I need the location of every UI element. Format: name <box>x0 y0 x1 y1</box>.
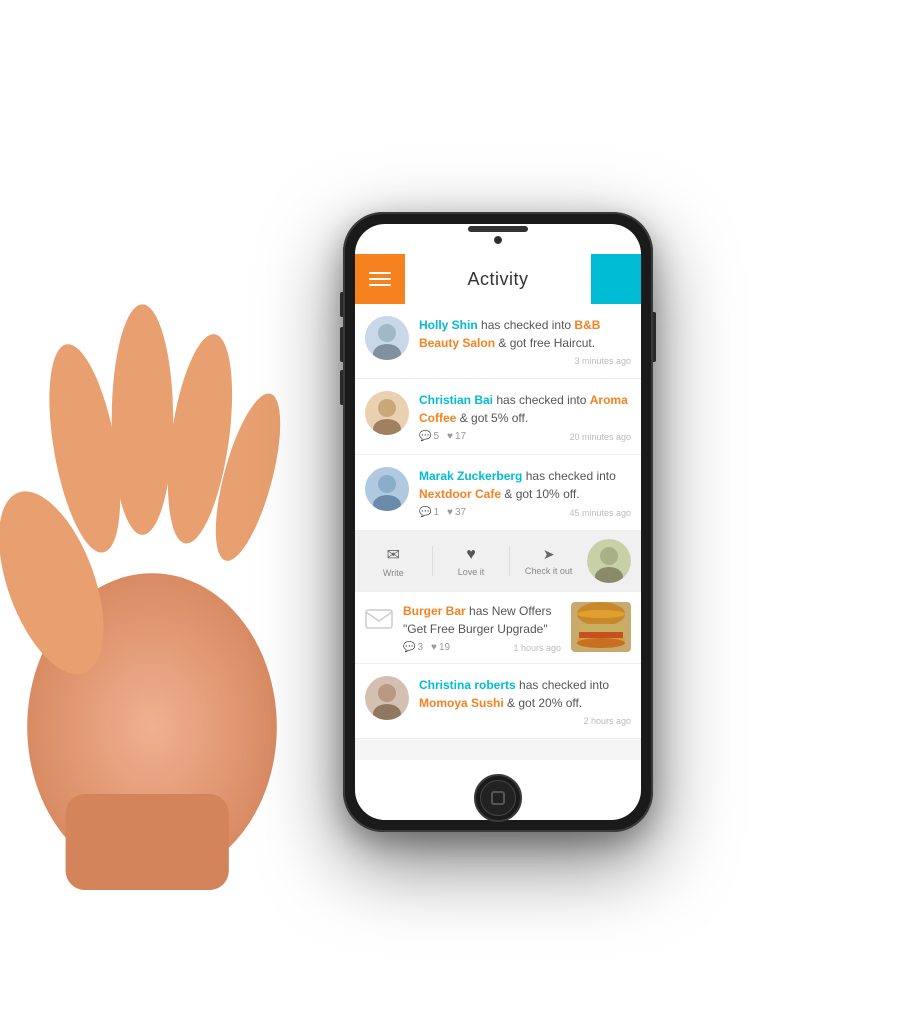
offer-like-stat: ♥ 19 <box>431 642 450 653</box>
reward-christina: & got 20% off. <box>507 696 582 710</box>
avatar-christian <box>365 391 409 435</box>
timestamp-2: 20 minutes ago <box>569 432 631 442</box>
feed-item-3[interactable]: Marak Zuckerberg has checked into Nextdo… <box>355 455 641 531</box>
comment-stat-3: 💬 1 <box>419 507 439 518</box>
comment-icon-2: 💬 <box>419 431 431 442</box>
header-title-area: Activity <box>405 269 591 290</box>
like-stat-3: ♥ 37 <box>447 507 466 518</box>
hamburger-line-1 <box>369 272 391 274</box>
comment-count-3: 1 <box>433 507 439 518</box>
action-text-3: has checked into <box>526 469 616 483</box>
feed-text-1: Holly Shin has checked into B&B Beauty S… <box>419 316 631 352</box>
feed-text-2: Christian Bai has checked into Aroma Cof… <box>419 391 631 427</box>
feed-stats-2: 💬 5 ♥ 17 <box>419 431 466 442</box>
offer-timestamp: 1 hours ago <box>513 643 561 653</box>
offer-comment-count: 3 <box>417 642 423 653</box>
offer-like-icon: ♥ <box>431 642 437 653</box>
username-christian: Christian Bai <box>419 393 493 407</box>
header-action-button[interactable] <box>591 254 641 304</box>
offer-reward: "Get Free Burger Upgrade" <box>403 622 548 636</box>
like-icon-3: ♥ <box>447 507 453 518</box>
action-text-1: has checked into <box>481 318 574 332</box>
place-christina: Momoya Sushi <box>419 696 504 710</box>
checkitout-icon: ➤ <box>543 546 555 563</box>
username-marak: Marak Zuckerberg <box>419 469 522 483</box>
write-icon: ✉ <box>387 545 400 565</box>
like-count-2: 17 <box>455 431 466 442</box>
offer-action: has New Offers <box>469 604 551 618</box>
action-text-5: has checked into <box>519 678 609 692</box>
like-count-3: 37 <box>455 507 466 518</box>
reward-holly: & got free Haircut. <box>498 336 595 350</box>
write-action[interactable]: ✉ Write <box>355 541 432 582</box>
username-christina: Christina roberts <box>419 678 516 692</box>
checkitout-label: Check it out <box>525 566 573 576</box>
timestamp-1: 3 minutes ago <box>574 356 631 366</box>
feed-text-3: Marak Zuckerberg has checked into Nextdo… <box>419 467 631 503</box>
write-label: Write <box>383 568 404 578</box>
offer-text: Burger Bar has New Offers "Get Free Burg… <box>403 602 561 638</box>
offer-comment-stat: 💬 3 <box>403 642 423 653</box>
comment-count-2: 5 <box>433 431 439 442</box>
feed-stats-3: 💬 1 ♥ 37 <box>419 507 466 518</box>
feed-content-2: Christian Bai has checked into Aroma Cof… <box>419 391 631 442</box>
username-holly: Holly Shin <box>419 318 478 332</box>
feed-item-1[interactable]: Holly Shin has checked into B&B Beauty S… <box>355 304 641 379</box>
offer-place: Burger Bar <box>403 604 466 618</box>
feed-meta-5: 2 hours ago <box>419 716 631 726</box>
like-icon-2: ♥ <box>447 431 453 442</box>
home-button[interactable] <box>474 774 522 822</box>
feed-meta-2: 💬 5 ♥ 17 20 minutes ago <box>419 431 631 442</box>
home-button-square <box>491 791 505 805</box>
avatar-holly <box>365 316 409 360</box>
action-row: ✉ Write ♥ Love it ➤ Check it out <box>355 531 641 592</box>
feed-content-5: Christina roberts has checked into Momoy… <box>419 676 631 726</box>
offer-like-count: 19 <box>439 642 450 653</box>
love-action[interactable]: ♥ Love it <box>433 542 510 581</box>
offer-icon <box>365 604 393 632</box>
activity-feed: Holly Shin has checked into B&B Beauty S… <box>355 304 641 760</box>
timestamp-5: 2 hours ago <box>583 716 631 726</box>
feed-meta-3: 💬 1 ♥ 37 45 minutes ago <box>419 507 631 518</box>
timestamp-3: 45 minutes ago <box>569 508 631 518</box>
love-label: Love it <box>458 567 485 577</box>
offer-burger-image <box>571 602 631 652</box>
expanded-avatar <box>587 539 631 583</box>
comment-icon-3: 💬 <box>419 507 431 518</box>
offer-comment-icon: 💬 <box>403 642 415 653</box>
feed-item-5[interactable]: Christina roberts has checked into Momoy… <box>355 664 641 739</box>
hamburger-line-2 <box>369 278 391 280</box>
app-header: Activity <box>355 254 641 304</box>
app-title: Activity <box>467 269 528 290</box>
checkitout-action[interactable]: ➤ Check it out <box>510 542 587 580</box>
offer-stats: 💬 3 ♥ 19 <box>403 642 450 653</box>
reward-christian: & got 5% off. <box>460 411 529 425</box>
offer-content: Burger Bar has New Offers "Get Free Burg… <box>403 602 561 653</box>
action-text-2: has checked into <box>496 393 589 407</box>
home-button-inner <box>480 780 516 816</box>
feed-content-1: Holly Shin has checked into B&B Beauty S… <box>419 316 631 366</box>
feed-item-4[interactable]: Burger Bar has New Offers "Get Free Burg… <box>355 592 641 664</box>
feed-meta-1: 3 minutes ago <box>419 356 631 366</box>
menu-button[interactable] <box>355 254 405 304</box>
love-icon: ♥ <box>466 546 476 564</box>
like-stat-2: ♥ 17 <box>447 431 466 442</box>
avatar-christina <box>365 676 409 720</box>
offer-meta: 💬 3 ♥ 19 1 hours ago <box>403 642 561 653</box>
comment-stat-2: 💬 5 <box>419 431 439 442</box>
avatar-marak <box>365 467 409 511</box>
hamburger-line-3 <box>369 284 391 286</box>
feed-item-2[interactable]: Christian Bai has checked into Aroma Cof… <box>355 379 641 455</box>
place-marak: Nextdoor Cafe <box>419 487 501 501</box>
feed-content-3: Marak Zuckerberg has checked into Nextdo… <box>419 467 631 518</box>
feed-text-5: Christina roberts has checked into Momoy… <box>419 676 631 712</box>
reward-marak: & got 10% off. <box>504 487 579 501</box>
